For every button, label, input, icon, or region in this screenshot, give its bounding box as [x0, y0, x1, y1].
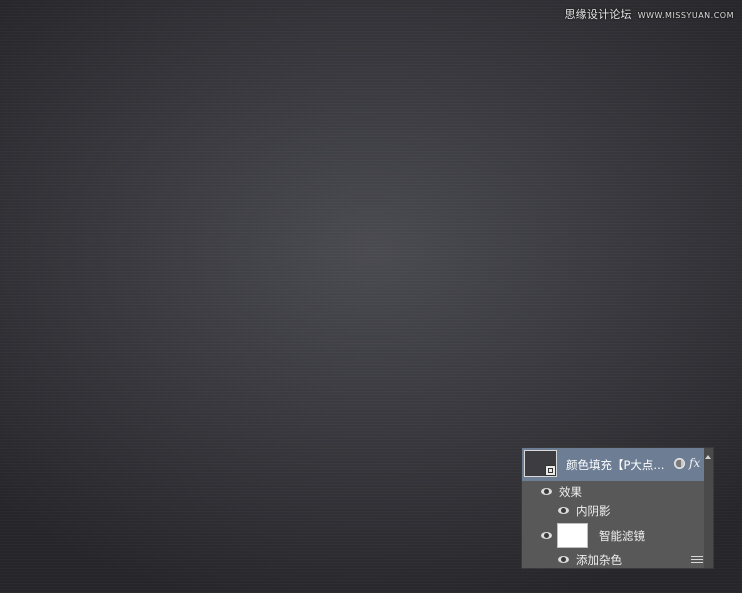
filter-blending-options-icon[interactable] [691, 555, 703, 564]
smart-filters-row[interactable]: 智能滤镜 [522, 522, 705, 550]
smart-object-badge-icon [545, 465, 556, 476]
layer-thumbnail[interactable] [524, 450, 557, 477]
add-noise-label: 添加杂色 [576, 553, 622, 567]
smart-filters-label: 智能滤镜 [599, 529, 645, 543]
layer-name[interactable]: 颜色填充【P大点... [566, 457, 664, 473]
visibility-eye-icon[interactable] [558, 556, 569, 563]
watermark: 思缘设计论坛 WWW.MISSYUAN.COM [564, 6, 734, 22]
visibility-eye-icon[interactable] [541, 532, 552, 539]
inner-shadow-row[interactable]: 内阴影 [522, 501, 705, 521]
smart-filter-icon[interactable] [674, 458, 685, 469]
watermark-text: 思缘设计论坛 [564, 8, 632, 21]
scroll-up-icon[interactable] [705, 455, 711, 459]
watermark-site: WWW.MISSYUAN.COM [637, 11, 734, 20]
layers-panel: 颜色填充【P大点... fx 效果 内阴影 智能滤镜 添加杂色 [521, 447, 714, 569]
effects-row[interactable]: 效果 [522, 482, 705, 502]
effects-label: 效果 [559, 485, 582, 499]
visibility-eye-icon[interactable] [541, 488, 552, 495]
add-noise-row[interactable]: 添加杂色 [522, 550, 705, 570]
smart-filter-mask-thumbnail[interactable] [557, 523, 588, 548]
fx-icon[interactable]: fx [689, 456, 700, 470]
inner-shadow-label: 内阴影 [576, 504, 611, 518]
layer-row-color-fill[interactable]: 颜色填充【P大点... fx [522, 448, 705, 481]
scrollbar[interactable] [704, 448, 713, 568]
visibility-eye-icon[interactable] [558, 507, 569, 514]
